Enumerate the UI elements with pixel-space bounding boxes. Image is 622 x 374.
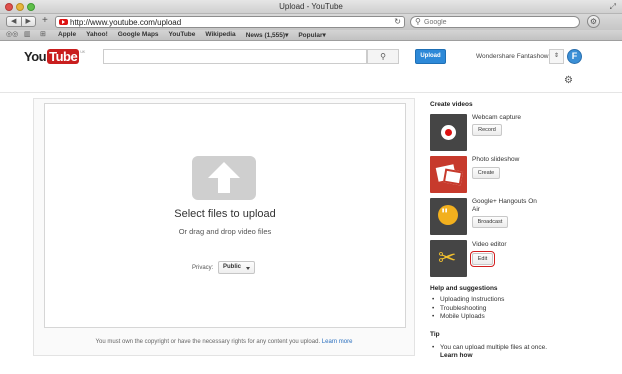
back-button[interactable]: ◀ — [7, 17, 22, 26]
forward-button[interactable]: ▶ — [22, 17, 36, 26]
record-button[interactable]: Record — [472, 124, 502, 136]
help-suggestions-heading: Help and suggestions — [430, 285, 498, 292]
learn-how-link[interactable]: Learn how — [440, 352, 473, 359]
help-links-list: Uploading Instructions Troubleshooting M… — [430, 296, 504, 322]
gear-icon[interactable]: ⚙ — [564, 75, 573, 86]
privacy-select[interactable]: Public — [218, 261, 255, 274]
updown-icon: ⇕ — [553, 53, 560, 59]
browser-search-bar[interactable]: ⚲ — [410, 16, 580, 28]
webcam-icon[interactable] — [430, 114, 467, 151]
uploading-instructions-link[interactable]: Uploading Instructions — [430, 296, 504, 305]
upload-arrow-icon[interactable] — [192, 156, 256, 200]
tip-heading: Tip — [430, 331, 440, 338]
fullscreen-icon[interactable]: ⤢ — [610, 2, 616, 12]
avatar[interactable]: F — [567, 49, 582, 64]
slideshow-icon[interactable] — [430, 156, 467, 193]
copyright-text: You must own the copyright or have the n… — [95, 339, 321, 345]
bookmark-apple[interactable]: Apple — [58, 31, 76, 39]
hangouts-on-air-label: Google+ Hangouts On Air — [472, 198, 537, 213]
copyright-notice: You must own the copyright or have the n… — [33, 339, 415, 345]
browser-toolbar: ◀ ▶ + http://www.youtube.com/upload ↻ ⚲ … — [0, 14, 622, 30]
create-button[interactable]: Create — [472, 167, 500, 179]
bookmark-popular[interactable]: Popular▾ — [298, 31, 325, 39]
window-titlebar: Upload - YouTube ⤢ — [0, 0, 622, 14]
tip-text: You can upload multiple files at once. — [432, 344, 580, 352]
youtube-favicon-icon — [59, 19, 68, 25]
privacy-label: Privacy: — [192, 265, 214, 271]
youtube-search-button[interactable]: ⚲ — [367, 49, 399, 64]
header-divider — [0, 92, 622, 93]
mobile-uploads-link[interactable]: Mobile Uploads — [430, 313, 504, 322]
search-icon: ⚲ — [380, 52, 386, 61]
reading-list-icon[interactable]: ◎◎ — [6, 31, 18, 39]
grid-icon[interactable]: ⊞ — [40, 31, 46, 39]
video-editor-label: Video editor — [472, 241, 507, 248]
browser-search-input[interactable] — [424, 18, 574, 27]
bookmarks-bar: ◎◎ ▥ ⊞ Apple Yahoo! Google Maps YouTube … — [0, 30, 622, 41]
account-switcher-button[interactable]: ⇕ — [549, 49, 564, 64]
create-videos-heading: Create videos — [430, 101, 473, 108]
reload-icon[interactable]: ↻ — [394, 17, 401, 26]
address-bar[interactable]: http://www.youtube.com/upload ↻ — [55, 16, 405, 28]
upload-button[interactable]: Upload — [415, 49, 446, 64]
learn-more-link[interactable]: Learn more — [322, 339, 353, 345]
broadcast-button[interactable]: Broadcast — [472, 216, 508, 228]
webcam-capture-label: Webcam capture — [472, 114, 522, 121]
select-files-label[interactable]: Select files to upload — [44, 208, 406, 220]
account-name[interactable]: Wondershare Fantashow — [476, 53, 549, 60]
edit-button[interactable]: Edit — [470, 251, 495, 267]
privacy-value: Public — [223, 264, 242, 270]
bookmark-wikipedia[interactable]: Wikipedia — [205, 31, 235, 39]
window-title: Upload - YouTube — [279, 2, 343, 11]
troubleshooting-link[interactable]: Troubleshooting — [430, 305, 504, 314]
youtube-logo[interactable]: You Tube UK — [24, 49, 85, 64]
search-icon: ⚲ — [415, 17, 421, 26]
bookmark-news[interactable]: News (1,555)▾ — [246, 31, 289, 39]
back-forward-buttons: ◀ ▶ — [6, 16, 36, 27]
url-text[interactable]: http://www.youtube.com/upload — [70, 18, 181, 27]
bookmark-google-maps[interactable]: Google Maps — [118, 31, 159, 39]
add-bookmark-icon[interactable]: + — [42, 16, 48, 26]
bookmark-yahoo[interactable]: Yahoo! — [86, 31, 108, 39]
browser-settings-icon[interactable]: ⚙ — [587, 15, 600, 28]
book-icon[interactable]: ▥ — [24, 31, 31, 39]
chevron-down-icon — [246, 267, 250, 270]
bookmark-list: Apple Yahoo! Google Maps YouTube Wikiped… — [58, 31, 326, 39]
bookmark-youtube[interactable]: YouTube — [169, 31, 196, 39]
scissors-icon[interactable]: ✂ — [430, 240, 467, 277]
youtube-search-input[interactable] — [103, 49, 367, 64]
photo-slideshow-label: Photo slideshow — [472, 156, 520, 163]
drag-drop-hint: Or drag and drop video files — [178, 227, 272, 236]
hangouts-icon[interactable]: " — [430, 198, 467, 235]
